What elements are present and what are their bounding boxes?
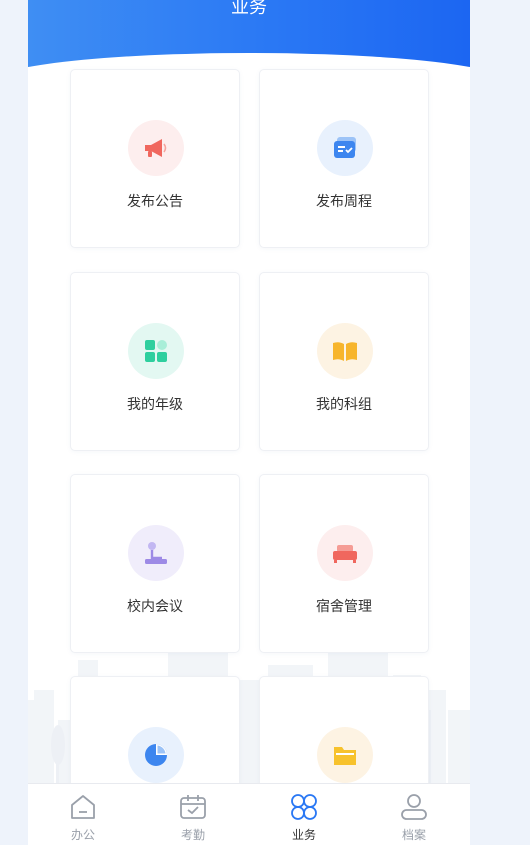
tab-business[interactable]: 业务 <box>249 784 359 845</box>
meeting-mic-icon <box>128 525 184 581</box>
card-label: 发布公告 <box>127 194 183 210</box>
bottom-tab-bar: 办公 考勤 业务 档案 <box>28 783 470 845</box>
home-icon <box>71 795 95 819</box>
folder-icon <box>317 727 373 783</box>
feature-grid: 发布公告 发布周程 我的年级 我的科组 校内会议 宿舍管理 <box>28 0 470 845</box>
megaphone-icon <box>128 120 184 176</box>
tab-label: 业务 <box>291 828 316 842</box>
grade-grid-icon <box>128 323 184 379</box>
calendar-check-icon <box>180 795 206 819</box>
tab-label: 考勤 <box>180 828 205 842</box>
bed-icon <box>317 525 373 581</box>
tab-label: 档案 <box>401 828 426 842</box>
card-label: 宿舍管理 <box>316 599 372 615</box>
card-label: 我的科组 <box>316 397 372 413</box>
card-my-subject-group[interactable]: 我的科组 <box>259 272 429 451</box>
pie-chart-icon <box>128 727 184 783</box>
card-dorm-management[interactable]: 宿舍管理 <box>259 474 429 653</box>
book-icon <box>317 323 373 379</box>
card-label: 校内会议 <box>127 599 183 615</box>
tab-office[interactable]: 办公 <box>28 784 138 845</box>
card-publish-notice[interactable]: 发布公告 <box>70 69 240 248</box>
card-label: 我的年级 <box>127 397 183 413</box>
app-screen: 业务 发布公告 发布周程 我的年级 我的科组 校内会议 宿舍管理 办公 考勤 业… <box>28 0 470 845</box>
tab-archive[interactable]: 档案 <box>359 784 469 845</box>
card-school-meeting[interactable]: 校内会议 <box>70 474 240 653</box>
user-profile-icon <box>401 794 427 820</box>
card-my-grade[interactable]: 我的年级 <box>70 272 240 451</box>
tab-attendance[interactable]: 考勤 <box>138 784 248 845</box>
four-circles-icon <box>291 794 317 820</box>
tab-label: 办公 <box>70 828 95 842</box>
card-publish-schedule[interactable]: 发布周程 <box>259 69 429 248</box>
card-label: 发布周程 <box>316 194 372 210</box>
schedule-card-icon <box>317 120 373 176</box>
